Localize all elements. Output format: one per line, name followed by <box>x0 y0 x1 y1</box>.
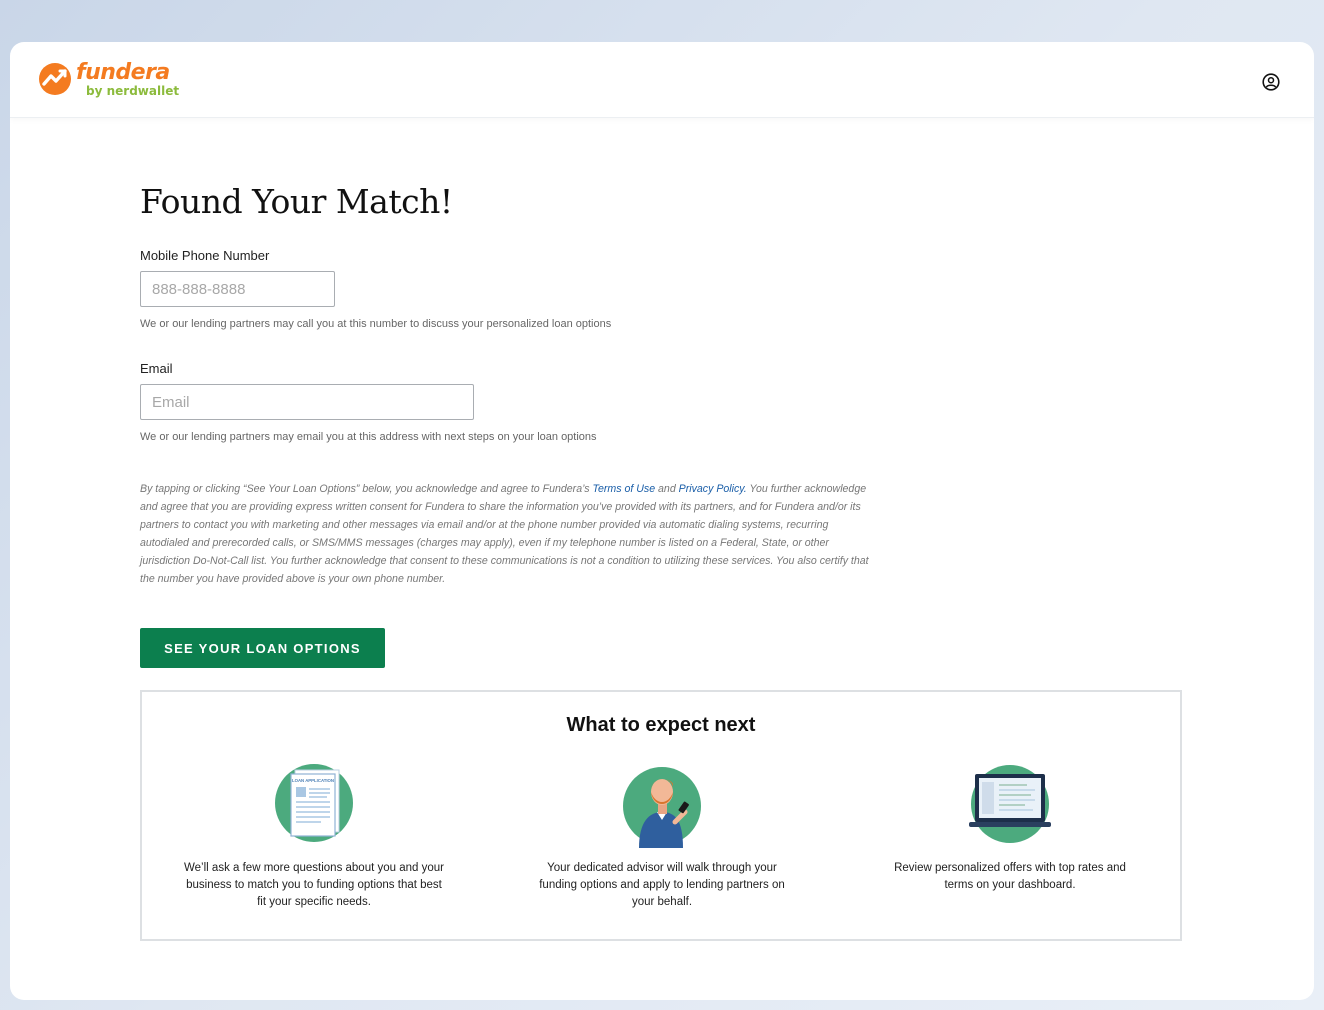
step-dashboard: Review personalized offers with top rate… <box>880 758 1140 894</box>
terms-of-use-link[interactable]: Terms of Use <box>592 483 655 495</box>
email-input[interactable] <box>140 384 474 420</box>
match-form: Found Your Match! Mobile Phone Number We… <box>140 182 1182 941</box>
fundera-logo[interactable]: fundera by nerdwallet <box>38 62 179 97</box>
fundera-logo-icon <box>39 63 71 95</box>
phone-input[interactable] <box>140 271 335 307</box>
step-advisor: Your dedicated advisor will walk through… <box>532 758 792 911</box>
advisor-icon <box>623 767 701 848</box>
logo-wordmark: fundera <box>76 60 170 85</box>
page-title: Found Your Match! <box>140 182 453 221</box>
browser-window: fundera by nerdwallet Found Your Match! … <box>10 42 1314 1000</box>
email-label: Email <box>140 361 173 376</box>
user-circle-icon[interactable] <box>1262 73 1280 91</box>
step-questions: LOAN APPLICATION We’ll ask a few more qu… <box>184 758 444 911</box>
consent-and: and <box>655 483 679 495</box>
site-header: fundera by nerdwallet <box>10 42 1314 118</box>
logo-subtitle: by nerdwallet <box>86 84 180 98</box>
dashboard-laptop-icon <box>969 765 1051 843</box>
consent-pre: By tapping or clicking “See Your Loan Op… <box>140 483 593 495</box>
loan-application-icon: LOAN APPLICATION <box>275 764 353 842</box>
what-to-expect-panel: What to expect next LOAN APPLICATION We’… <box>140 690 1182 941</box>
loan-application-label: LOAN APPLICATION <box>292 778 334 783</box>
step-questions-text: We’ll ask a few more questions about you… <box>184 862 444 908</box>
phone-label: Mobile Phone Number <box>140 248 270 263</box>
email-helper-text: We or our lending partners may email you… <box>140 431 597 443</box>
step-dashboard-text: Review personalized offers with top rate… <box>894 862 1126 891</box>
what-to-expect-title: What to expect next <box>566 714 756 736</box>
consent-disclaimer: By tapping or clicking “See Your Loan Op… <box>140 480 870 588</box>
phone-helper-text: We or our lending partners may call you … <box>140 318 612 330</box>
privacy-policy-link[interactable]: Privacy Policy. <box>679 483 747 495</box>
consent-post: You further acknowledge and agree that y… <box>140 483 869 585</box>
see-loan-options-button[interactable]: SEE YOUR LOAN OPTIONS <box>140 628 385 668</box>
step-advisor-text: Your dedicated advisor will walk through… <box>539 862 785 908</box>
